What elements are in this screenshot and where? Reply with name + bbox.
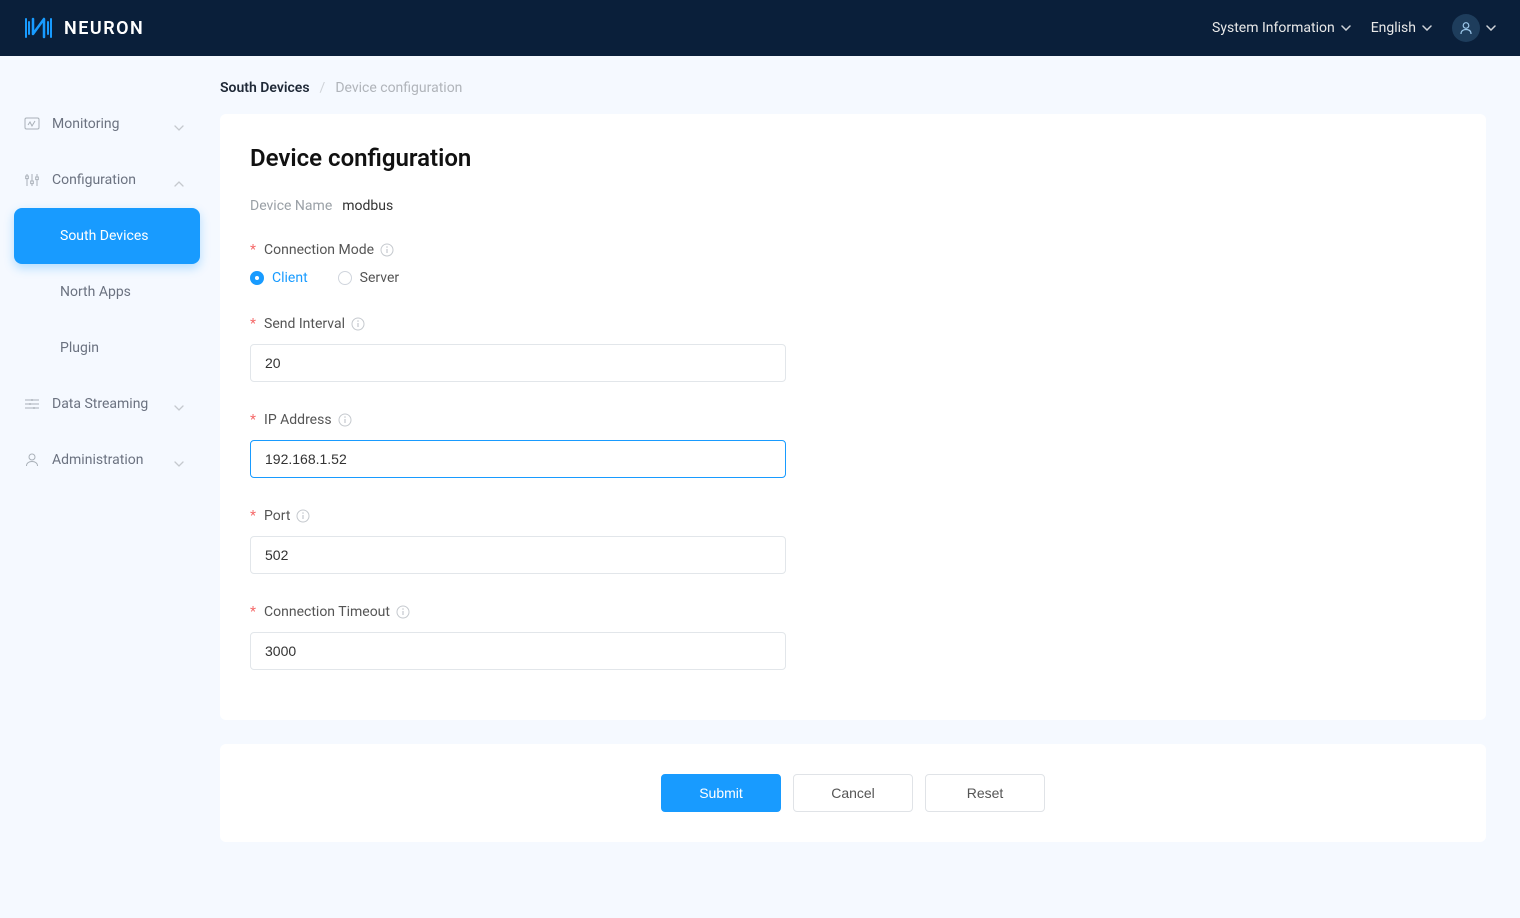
info-icon[interactable]	[338, 413, 352, 427]
radio-label: Server	[360, 270, 399, 286]
required-star: *	[250, 412, 256, 428]
connection-timeout-input[interactable]	[250, 632, 786, 670]
required-star: *	[250, 316, 256, 332]
form-label: * Send Interval	[250, 316, 1456, 332]
label-text: Connection Mode	[264, 242, 374, 258]
sidebar-item-label: Administration	[52, 452, 162, 468]
system-info-menu[interactable]: System Information	[1212, 20, 1351, 36]
system-info-label: System Information	[1212, 20, 1335, 36]
info-icon[interactable]	[351, 317, 365, 331]
label-text: Port	[264, 508, 290, 524]
user-icon	[24, 452, 40, 468]
language-menu[interactable]: English	[1371, 20, 1432, 36]
main-content: South Devices / Device configuration Dev…	[200, 56, 1520, 918]
reset-button[interactable]: Reset	[925, 774, 1045, 812]
device-name-row: Device Name modbus	[250, 198, 1456, 214]
sidebar-item-configuration[interactable]: Configuration	[0, 152, 200, 208]
breadcrumb-current: Device configuration	[335, 80, 462, 96]
field-port: * Port	[250, 508, 1456, 574]
sidebar-item-plugin[interactable]: Plugin	[14, 320, 200, 376]
sidebar-item-data-streaming[interactable]: Data Streaming	[0, 376, 200, 432]
sliders-icon	[24, 172, 40, 188]
breadcrumb-root[interactable]: South Devices	[220, 80, 310, 96]
chevron-down-icon	[1422, 25, 1432, 31]
required-star: *	[250, 508, 256, 524]
sidebar-submenu-configuration: South Devices North Apps Plugin	[14, 208, 200, 376]
label-text: Send Interval	[264, 316, 345, 332]
connection-mode-radio-group: Client Server	[250, 270, 1456, 286]
sidebar-item-monitoring[interactable]: Monitoring	[0, 96, 200, 152]
port-input[interactable]	[250, 536, 786, 574]
sidebar: Monitoring Configuration South Devi	[0, 56, 200, 918]
field-connection-mode: * Connection Mode Client Server	[250, 242, 1456, 286]
form-label: * Port	[250, 508, 1456, 524]
required-star: *	[250, 604, 256, 620]
avatar	[1452, 14, 1480, 42]
user-icon	[1459, 21, 1473, 35]
chevron-down-icon	[1341, 25, 1351, 31]
radio-client[interactable]: Client	[250, 270, 308, 286]
info-icon[interactable]	[396, 605, 410, 619]
send-interval-input[interactable]	[250, 344, 786, 382]
radio-icon	[338, 271, 352, 285]
breadcrumb-separator: /	[320, 80, 326, 96]
cancel-button[interactable]: Cancel	[793, 774, 913, 812]
field-ip-address: * IP Address	[250, 412, 1456, 478]
neuron-logo-icon	[24, 16, 54, 40]
label-text: Connection Timeout	[264, 604, 390, 620]
label-text: IP Address	[264, 412, 332, 428]
submit-button[interactable]: Submit	[661, 774, 781, 812]
sidebar-item-label: North Apps	[60, 284, 131, 300]
sidebar-item-administration[interactable]: Administration	[0, 432, 200, 488]
stream-icon	[24, 396, 40, 412]
chevron-down-icon	[1486, 25, 1496, 31]
logo-text: NEURON	[64, 18, 144, 39]
required-star: *	[250, 242, 256, 258]
ip-address-input[interactable]	[250, 440, 786, 478]
form-label: * IP Address	[250, 412, 1456, 428]
sidebar-item-label: Configuration	[52, 172, 162, 188]
sidebar-item-label: South Devices	[60, 228, 148, 244]
chevron-down-icon	[174, 399, 184, 409]
info-icon[interactable]	[296, 509, 310, 523]
chevron-down-icon	[174, 119, 184, 129]
sidebar-item-label: Data Streaming	[52, 396, 162, 412]
sidebar-item-label: Monitoring	[52, 116, 162, 132]
form-label: * Connection Mode	[250, 242, 1456, 258]
page-title: Device configuration	[250, 144, 1456, 172]
radio-label: Client	[272, 270, 308, 286]
info-icon[interactable]	[380, 243, 394, 257]
monitor-icon	[24, 116, 40, 132]
device-name-label: Device Name	[250, 198, 332, 214]
chevron-down-icon	[174, 455, 184, 465]
breadcrumb: South Devices / Device configuration	[220, 80, 1486, 96]
footer-card: Submit Cancel Reset	[220, 744, 1486, 842]
user-menu[interactable]	[1452, 14, 1496, 42]
header-right: System Information English	[1212, 14, 1496, 42]
sidebar-item-north-apps[interactable]: North Apps	[14, 264, 200, 320]
radio-icon	[250, 271, 264, 285]
field-connection-timeout: * Connection Timeout	[250, 604, 1456, 670]
device-name-value: modbus	[342, 198, 393, 214]
radio-server[interactable]: Server	[338, 270, 399, 286]
sidebar-item-south-devices[interactable]: South Devices	[14, 208, 200, 264]
form-label: * Connection Timeout	[250, 604, 1456, 620]
field-send-interval: * Send Interval	[250, 316, 1456, 382]
config-card: Device configuration Device Name modbus …	[220, 114, 1486, 720]
logo[interactable]: NEURON	[24, 16, 144, 40]
chevron-up-icon	[174, 175, 184, 185]
sidebar-item-label: Plugin	[60, 340, 99, 356]
app-header: NEURON System Information English	[0, 0, 1520, 56]
language-label: English	[1371, 20, 1416, 36]
